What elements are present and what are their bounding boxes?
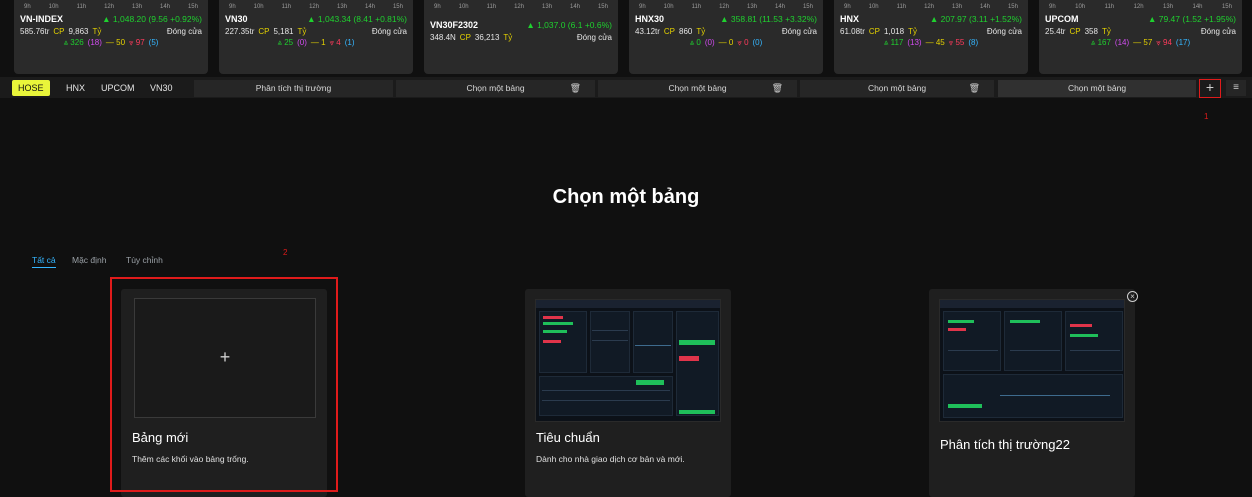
hour-axis: 9h 10h 11h 12h 13h 14h 15h <box>1049 4 1232 10</box>
template-description: Dành cho nhà giao dịch cơ bản và mới. <box>536 454 685 464</box>
trash-icon[interactable]: 🗑 <box>969 80 980 97</box>
filter-tab-all[interactable]: Tất cả <box>32 255 56 268</box>
board-tab-label: Phân tích thị trường <box>255 83 332 93</box>
index-name: HNX30 <box>635 14 665 24</box>
index-name: UPCOM <box>1045 14 1079 24</box>
index-volume: 43.12tr <box>635 27 660 36</box>
trading-app: 9h 10h 11h 12h 13h 14h 15h VN-INDEX ▲ 1,048.20 … <box>0 0 1252 497</box>
template-title: Phân tích thị trường22 <box>940 437 1070 452</box>
market-status: Đóng cửa <box>986 27 1022 36</box>
market-breadth: ⩓ 0 (0) — 0 ⩔ 0 (0) <box>689 38 763 47</box>
board-tab-label: Chọn một bảng <box>1067 83 1127 93</box>
index-change: ▲ 358.81 (11.53 +3.32%) <box>720 14 817 24</box>
index-volume: 585.76tr <box>20 27 50 36</box>
index-card-hnx30[interactable]: 9h 10h 11h 12h 13h 14h 15h HNX30 ▲ 358.81 (11.5… <box>629 0 823 74</box>
template-title: Tiêu chuẩn <box>536 430 600 445</box>
index-card-vnindex[interactable]: 9h 10h 11h 12h 13h 14h 15h VN-INDEX ▲ 1,048.20 … <box>14 0 208 74</box>
market-breadth: ⩓ 167 (14) — 57 ⩔ 94 (17) <box>1090 38 1191 47</box>
hour-axis: 9h 10h 11h 12h 13h 14h 15h <box>24 4 198 10</box>
index-card-vn30f[interactable]: 9h 10h 11h 12h 13h 14h 15h VN30F2302 ▲ 1,037.0 … <box>424 0 618 74</box>
filter-tab-default[interactable]: Mặc định <box>72 255 107 265</box>
board-tab-market-analysis[interactable]: Phân tích thị trường <box>194 80 393 97</box>
market-status: Đóng cửa <box>781 27 817 36</box>
market-status: Đóng cửa <box>371 27 407 36</box>
board-tab-select-2[interactable]: Chọn một bảng 🗑 <box>598 80 797 97</box>
annotation-marker-1: 1 <box>1204 112 1209 121</box>
market-status: Đóng cửa <box>1200 27 1236 36</box>
index-value: 358 <box>1084 27 1098 36</box>
template-card-market-analysis[interactable]: Phân tích thị trường22 <box>929 289 1135 497</box>
board-toolbar: HOSE HNX UPCOM VN30 Phân tích thị trường… <box>0 77 1252 98</box>
market-status: Đóng cửa <box>576 33 612 42</box>
market-breadth: ⩓ 25 (0) — 1 ⩔ 4 (1) <box>277 38 355 47</box>
hour-axis: 9h 10h 11h 12h 13h 14h 15h <box>639 4 813 10</box>
index-name: VN30F2302 <box>430 20 479 30</box>
index-volume: 61.08tr <box>840 27 865 36</box>
index-volume: 227.35tr <box>225 27 255 36</box>
template-card-standard[interactable]: Tiêu chuẩn Dành cho nhà giao dịch cơ bản… <box>525 289 731 497</box>
add-board-button[interactable]: + <box>1199 79 1221 98</box>
annotation-marker-2: 2 <box>283 248 288 257</box>
market-breadth: ⩓ 117 (13) — 45 ⩔ 55 (8) <box>883 38 979 47</box>
exchange-tab-upcom[interactable]: UPCOM <box>101 80 135 96</box>
index-change: ▲ 1,043.34 (8.41 +0.81%) <box>307 14 407 24</box>
index-change: ▲ 79.47 (1.52 +1.95%) <box>1147 14 1236 24</box>
board-menu-button[interactable]: ≡ <box>1226 80 1246 96</box>
index-name: VN-INDEX <box>20 14 64 24</box>
index-card-upcom[interactable]: 9h 10h 11h 12h 13h 14h 15h UPCOM ▲ 79.47 (1.52 … <box>1039 0 1242 74</box>
market-analysis-board-thumbnail <box>939 299 1125 422</box>
index-card-vn30[interactable]: 9h 10h 11h 12h 13h 14h 15h VN30 ▲ 1,043.34 (8.4… <box>219 0 413 74</box>
index-value: 1,018 <box>884 27 905 36</box>
plus-icon: + <box>1205 79 1215 95</box>
hamburger-icon: ≡ <box>1233 82 1239 93</box>
hour-axis: 9h 10h 11h 12h 13h 14h 15h <box>844 4 1018 10</box>
index-cards: 9h 10h 11h 12h 13h 14h 15h VN-INDEX ▲ 1,048.20 … <box>0 0 1252 76</box>
exchange-tab-hnx[interactable]: HNX <box>66 80 85 96</box>
exchange-tab-vn30[interactable]: VN30 <box>150 80 173 96</box>
trash-icon[interactable]: 🗑 <box>772 80 783 97</box>
market-breadth: ⩓ 326 (18) — 50 ⩔ 97 (5) <box>63 38 159 47</box>
board-tab-select-1[interactable]: Chọn một bảng 🗑 <box>396 80 595 97</box>
index-name: HNX <box>840 14 860 24</box>
index-volume: 25.4tr <box>1045 27 1066 36</box>
exchange-tab-hose[interactable]: HOSE <box>12 80 50 96</box>
trash-icon[interactable]: 🗑 <box>570 80 581 97</box>
hour-axis: 9h 10h 11h 12h 13h 14h 15h <box>229 4 403 10</box>
index-name: VN30 <box>225 14 248 24</box>
index-value: 860 <box>679 27 693 36</box>
index-change: ▲ 1,037.0 (6.1 +0.6%) <box>526 20 612 30</box>
index-card-hnx[interactable]: 9h 10h 11h 12h 13h 14h 15h HNX ▲ 207.97 (3.11 +… <box>834 0 1028 74</box>
selection-highlight <box>110 277 338 492</box>
standard-board-thumbnail <box>535 299 721 422</box>
page-title: Chọn một bảng <box>552 186 700 208</box>
hour-axis: 9h 10h 11h 12h 13h 14h 15h <box>434 4 608 10</box>
index-change: ▲ 1,048.20 (9.56 +0.92%) <box>102 14 202 24</box>
board-tab-select-3[interactable]: Chọn một bảng 🗑 <box>800 80 994 97</box>
index-change: ▲ 207.97 (3.11 +1.52%) <box>929 14 1022 24</box>
board-tab-label: Chọn một bảng <box>466 83 525 93</box>
index-value: 36,213 <box>474 33 500 42</box>
index-volume: 348.4N <box>430 33 456 42</box>
board-tab-label: Chọn một bảng <box>867 83 927 93</box>
index-value: 5,181 <box>273 27 294 36</box>
board-tab-label: Chọn một bảng <box>668 83 727 93</box>
market-status: Đóng cửa <box>166 27 202 36</box>
close-icon[interactable]: × <box>1127 291 1138 302</box>
board-tab-select-4[interactable]: Chọn một bảng <box>998 80 1196 97</box>
filter-tab-custom[interactable]: Tùy chỉnh <box>126 255 163 265</box>
index-value: 9,863 <box>68 27 89 36</box>
